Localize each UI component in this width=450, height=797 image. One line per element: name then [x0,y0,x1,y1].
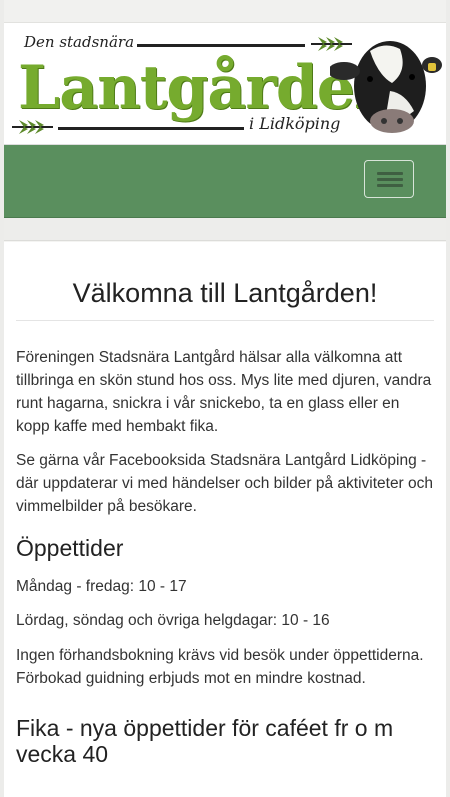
intro-paragraph: Föreningen Stadsnära Lantgård hälsar all… [16,349,432,435]
hamburger-bar [377,178,403,181]
hamburger-bar [377,184,403,187]
cow-head-icon [330,41,442,133]
weekday-hours: Måndag - fredag: 10 - 17 [16,578,187,595]
page-frame: Den stadsnära Lantgården i Lidköping Väl… [4,0,446,797]
booking-note: Ingen förhandsbokning krävs vid besök un… [16,647,424,687]
facebook-paragraph: Se gärna vår Facebooksida Stadsnära Lant… [16,452,434,515]
navbar [4,145,446,218]
top-strip [4,0,446,23]
menu-toggle-button[interactable] [364,160,414,198]
tagline-bottom: i Lidköping [249,114,341,133]
tagline-top: Den stadsnära [24,33,135,51]
main-content: Välkomna till Lantgården! Föreningen Sta… [4,242,446,797]
hamburger-menu-icon [377,172,403,175]
weekend-hours: Lördag, söndag och övriga helgdagar: 10 … [16,612,330,629]
cafe-heading: Fika - nya öppettider för caféet fr o m … [16,715,394,767]
header-banner[interactable]: Den stadsnära Lantgården i Lidköping [4,23,446,145]
page-title: Välkomna till Lantgården! [16,278,434,321]
banner-rule-bottom [58,127,244,130]
sprig-bottom-icon [12,120,53,134]
banner-rule-top [137,44,305,47]
opening-hours-heading: Öppettider [16,535,124,561]
breadcrumb-strip [4,218,446,241]
